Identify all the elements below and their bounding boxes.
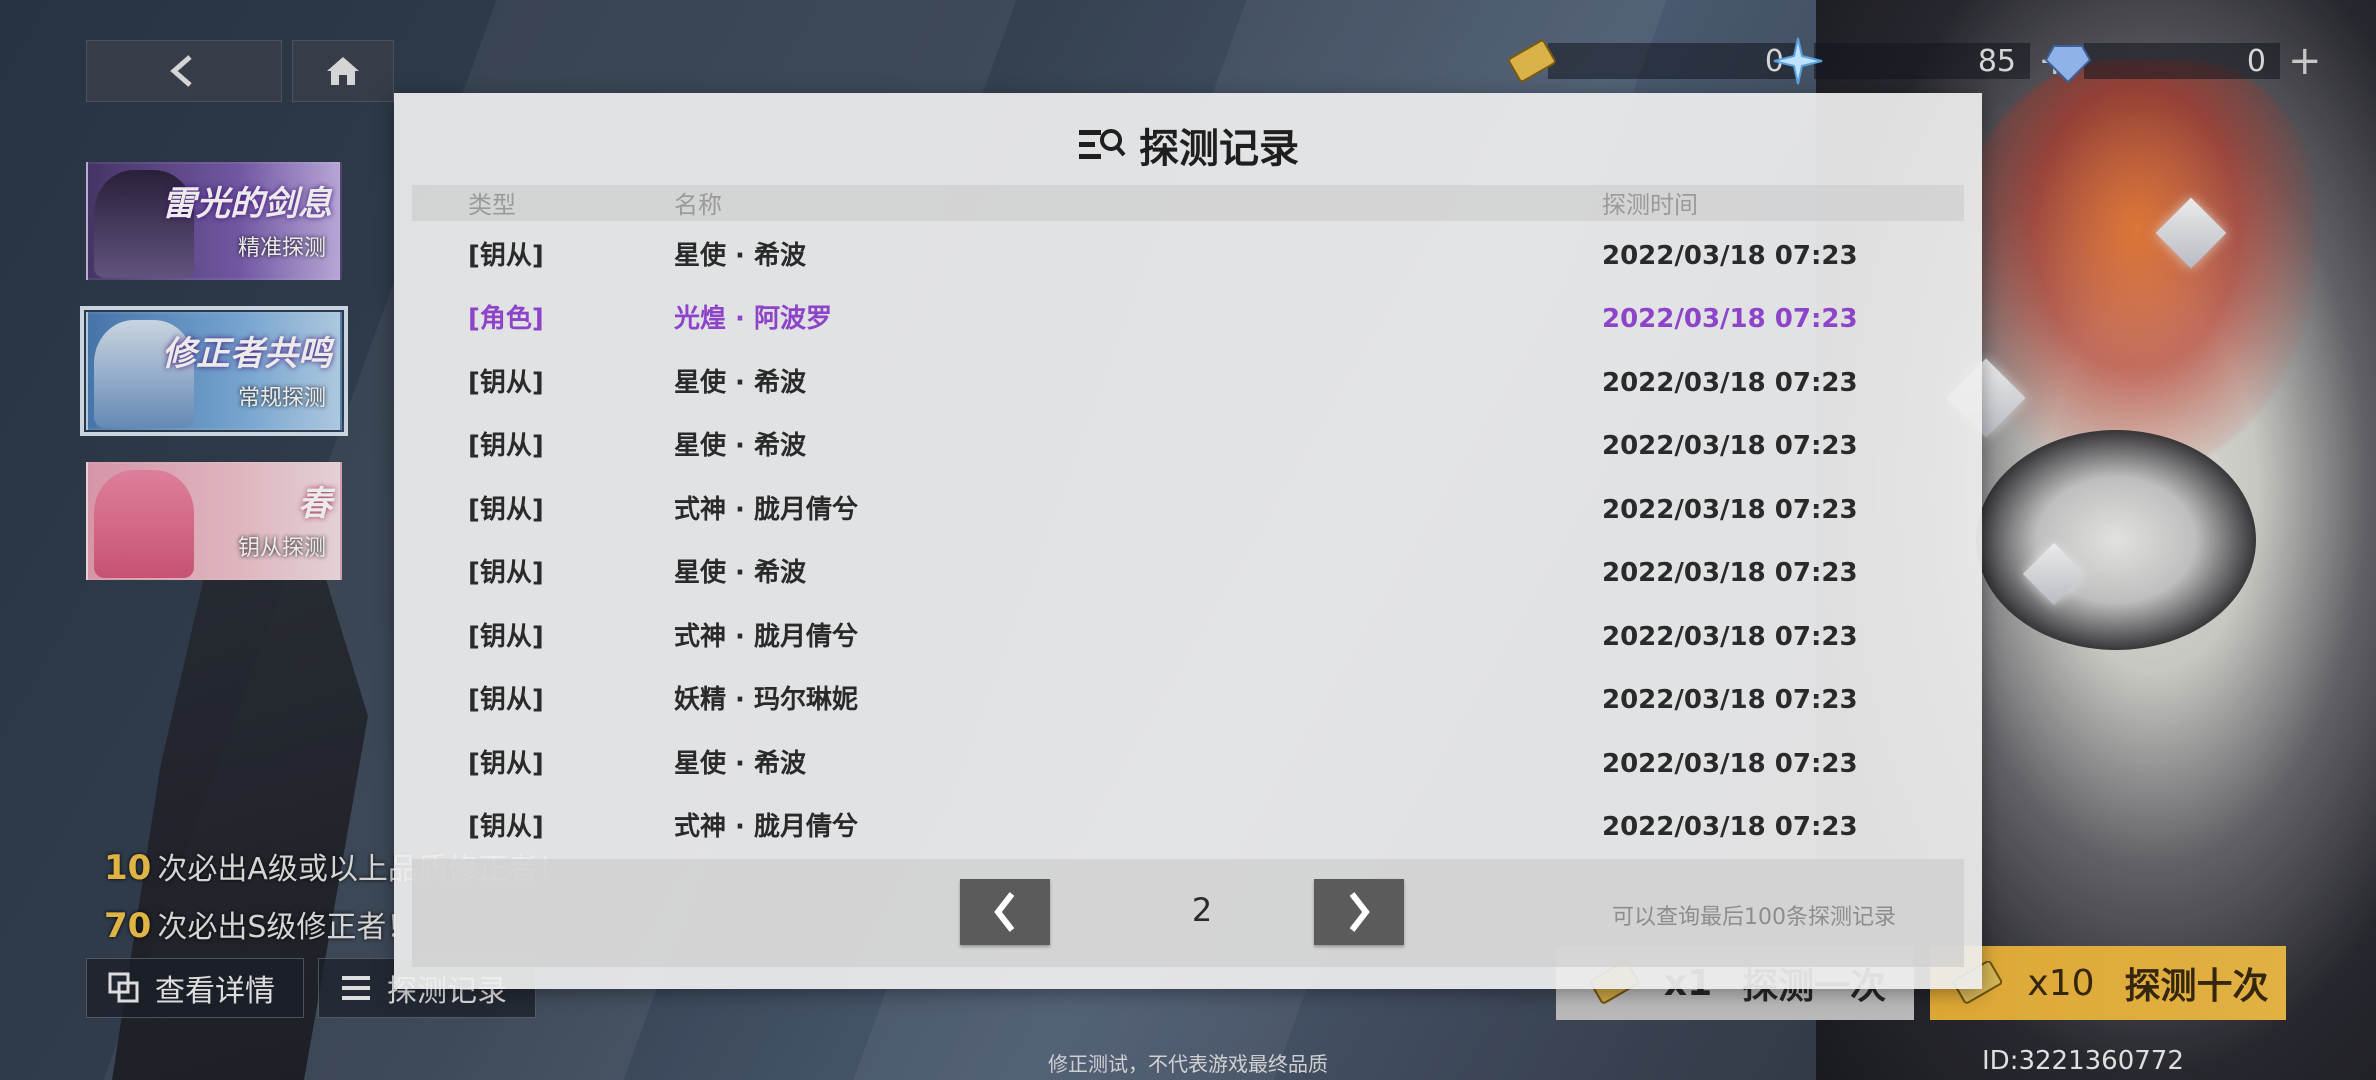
- chevron-right-icon: [1349, 892, 1370, 932]
- row-type: [钥从]: [468, 558, 544, 588]
- row-name: 妖精 · 玛尔琳妮: [674, 685, 858, 715]
- table-row: [钥从] 式神 · 胧月倩兮 2022/03/18 07:23: [412, 797, 1964, 857]
- row-name: 式神 · 胧月倩兮: [674, 622, 858, 652]
- row-time: 2022/03/18 07:23: [1602, 368, 1858, 398]
- table-row: [钥从] 式神 · 胧月倩兮 2022/03/18 07:23: [412, 607, 1964, 667]
- detection-record-modal: 探测记录 类型 名称 探测时间 [钥从] 星使 · 希波 2022/03/18 …: [394, 93, 1982, 989]
- table-row: [钥从] 星使 · 希波 2022/03/18 07:23: [412, 543, 1964, 603]
- table-row: [钥从] 星使 · 希波 2022/03/18 07:23: [412, 226, 1964, 286]
- chevron-left-icon: [994, 892, 1015, 932]
- table-header: 类型 名称 探测时间: [412, 185, 1964, 221]
- row-name: 式神 · 胧月倩兮: [674, 495, 858, 525]
- row-time: 2022/03/18 07:23: [1602, 749, 1858, 779]
- row-name: 星使 · 希波: [674, 558, 806, 588]
- crystal-star-icon: [1773, 37, 1823, 85]
- row-type: [钥从]: [468, 812, 544, 842]
- row-time: 2022/03/18 07:23: [1602, 812, 1858, 842]
- row-name: 星使 · 希波: [674, 749, 806, 779]
- row-type: [钥从]: [468, 622, 544, 652]
- record-limit-note: 可以查询最后100条探测记录: [1612, 905, 1896, 930]
- row-type: [钥从]: [468, 368, 544, 398]
- row-time: 2022/03/18 07:23: [1602, 622, 1858, 652]
- row-type: [钥从]: [468, 241, 544, 271]
- header-type: 类型: [468, 191, 516, 219]
- row-type: [钥从]: [468, 749, 544, 779]
- gold-ticket-icon: [1508, 39, 1556, 83]
- row-time: 2022/03/18 07:23: [1602, 304, 1858, 334]
- row-time: 2022/03/18 07:23: [1602, 241, 1858, 271]
- row-name: 星使 · 希波: [674, 241, 806, 271]
- page-number: 2: [1191, 891, 1213, 929]
- row-type: [钥从]: [468, 685, 544, 715]
- row-type: [钥从]: [468, 431, 544, 461]
- search-list-icon: [1079, 129, 1126, 159]
- table-row: [钥从] 星使 · 希波 2022/03/18 07:23: [412, 416, 1964, 476]
- table-row: [钥从] 星使 · 希波 2022/03/18 07:23: [412, 734, 1964, 794]
- row-time: 2022/03/18 07:23: [1602, 558, 1858, 588]
- row-time: 2022/03/18 07:23: [1602, 685, 1858, 715]
- header-time: 探测时间: [1602, 191, 1698, 219]
- table-row: [钥从] 星使 · 希波 2022/03/18 07:23: [412, 353, 1964, 413]
- row-name: 光煌 · 阿波罗: [674, 304, 832, 334]
- table-row: [钥从] 式神 · 胧月倩兮 2022/03/18 07:23: [412, 480, 1964, 540]
- row-name: 星使 · 希波: [674, 431, 806, 461]
- header-name: 名称: [674, 191, 722, 219]
- modal-title-text: 探测记录: [1139, 126, 1299, 172]
- blue-crystal-icon: [2044, 45, 2092, 84]
- row-type: [钥从]: [468, 495, 544, 525]
- table-row: [钥从] 妖精 · 玛尔琳妮 2022/03/18 07:23: [412, 670, 1964, 730]
- row-time: 2022/03/18 07:23: [1602, 495, 1858, 525]
- table-row: [角色] 光煌 · 阿波罗 2022/03/18 07:23: [412, 289, 1964, 349]
- row-name: 星使 · 希波: [674, 368, 806, 398]
- row-type: [角色]: [468, 304, 544, 334]
- modal-title: 探测记录: [394, 115, 1982, 175]
- pagination-bar: 2 可以查询最后100条探测记录: [412, 859, 1964, 967]
- row-time: 2022/03/18 07:23: [1602, 431, 1858, 461]
- next-page-button[interactable]: [1314, 879, 1404, 945]
- row-name: 式神 · 胧月倩兮: [674, 812, 858, 842]
- prev-page-button[interactable]: [960, 879, 1050, 945]
